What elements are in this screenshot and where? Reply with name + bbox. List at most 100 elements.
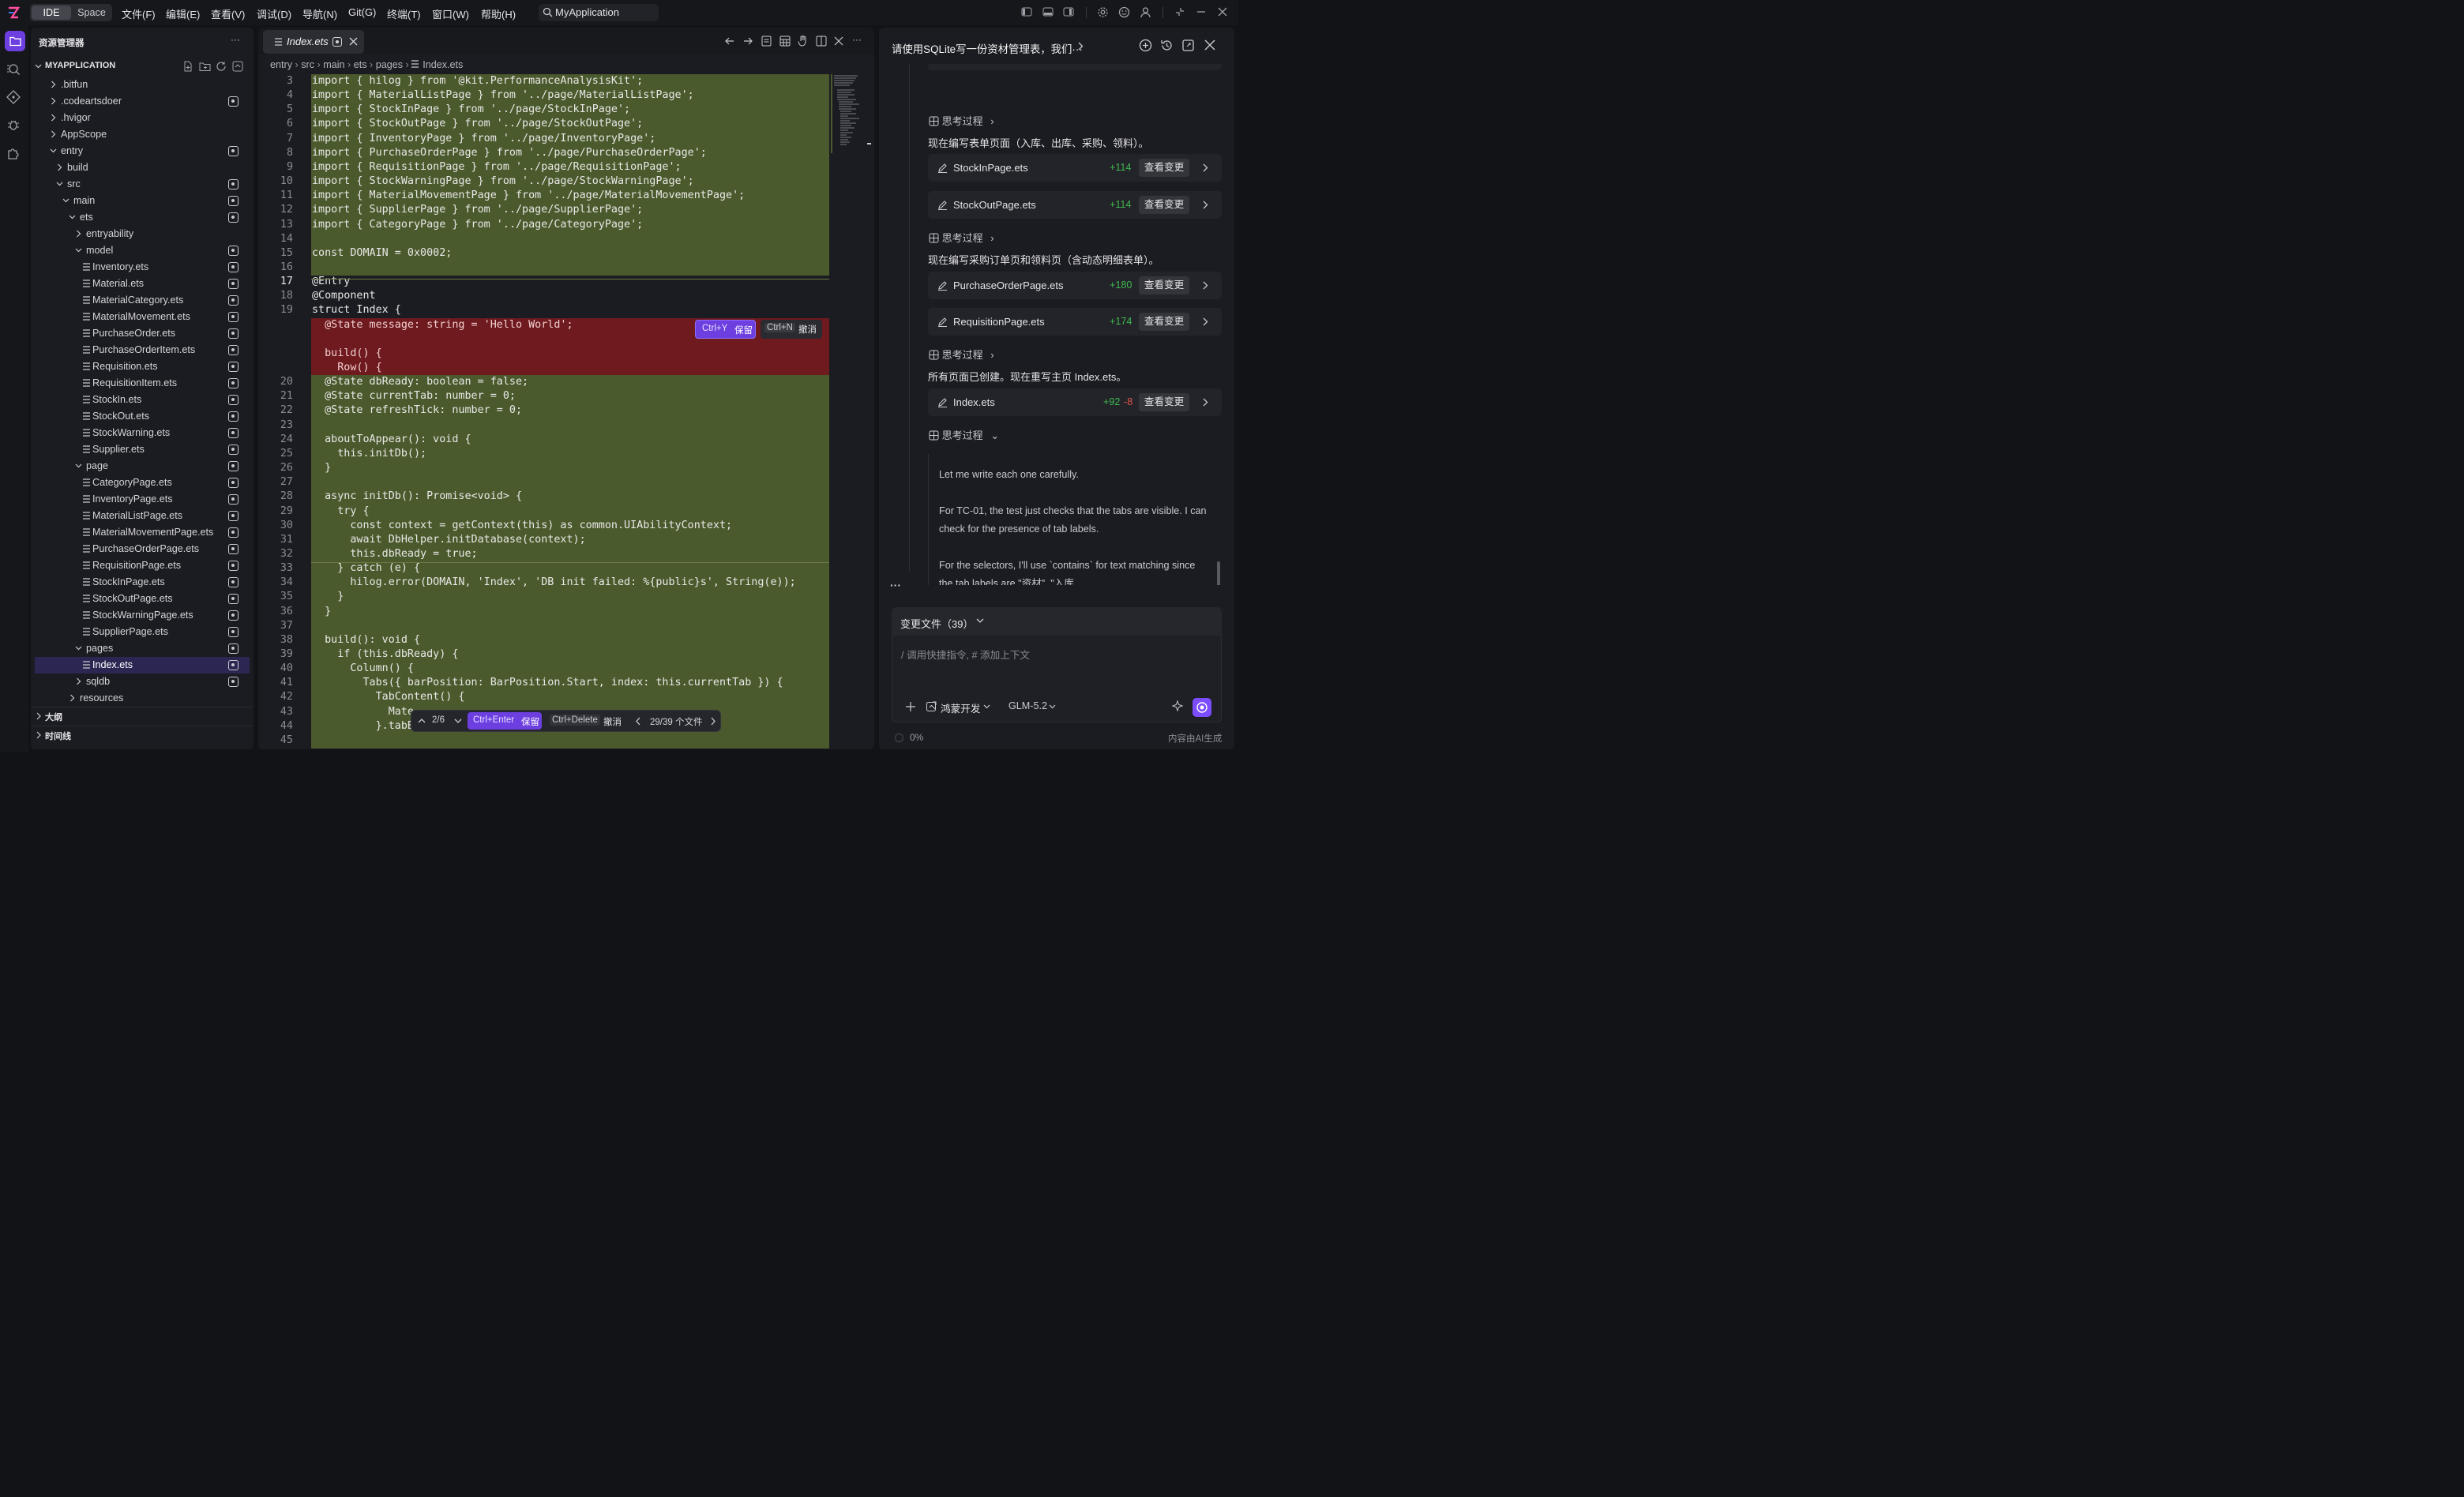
more-ellipsis[interactable]: ··· (890, 579, 901, 591)
menu-navigate[interactable]: 导航(N) (302, 6, 337, 21)
previous-change-icon[interactable] (418, 718, 426, 724)
explorer-files-icon[interactable] (5, 31, 25, 51)
tree-file[interactable]: InventoryPage.ets (31, 491, 254, 508)
toggle-primary-sidebar-icon[interactable] (1021, 6, 1034, 19)
hand-pointer-icon[interactable] (798, 36, 808, 47)
inline-undo-button[interactable]: Ctrl+N 撤消 (761, 320, 822, 339)
changed-files-bar[interactable]: 变更文件（39） (892, 607, 1222, 636)
navigate-back-icon[interactable] (725, 36, 734, 46)
minimize-window-icon[interactable] (1196, 6, 1208, 19)
chevron-right-icon[interactable] (1203, 398, 1208, 407)
view-changes-button[interactable]: 查看变更 (1139, 313, 1189, 331)
mode-space-button[interactable]: Space (73, 6, 111, 20)
close-editor-icon[interactable] (834, 36, 843, 46)
tree-file[interactable]: CategoryPage.ets (31, 475, 254, 491)
tree-folder[interactable]: .bitfun (31, 77, 254, 93)
chevron-right-icon[interactable] (1203, 201, 1208, 209)
refresh-icon[interactable] (216, 61, 227, 72)
menu-edit[interactable]: 编辑(E) (166, 6, 200, 21)
new-file-icon[interactable] (182, 61, 193, 72)
tree-folder[interactable]: ets (31, 209, 254, 226)
menu-view[interactable]: 查看(V) (211, 6, 245, 21)
previous-file-icon[interactable] (635, 717, 641, 726)
model-select[interactable]: GLM-5.2 (1009, 700, 1047, 711)
editor-more-icon[interactable]: ··· (852, 34, 862, 45)
global-search-box[interactable]: MyApplication (539, 4, 659, 21)
tree-folder[interactable]: pages (31, 640, 254, 657)
tree-file[interactable]: MaterialMovementPage.ets (31, 524, 254, 541)
toggle-auxiliary-bar-icon[interactable] (1063, 6, 1076, 19)
tree-folder[interactable]: entry (31, 143, 254, 159)
send-button[interactable] (1193, 698, 1211, 717)
menu-debug[interactable]: 调试(D) (257, 6, 291, 21)
view-changes-button[interactable]: 查看变更 (1139, 159, 1189, 177)
agent-mode-select[interactable]: 鸿蒙开发 (941, 700, 980, 715)
restore-window-icon[interactable] (1174, 6, 1187, 19)
file-change-card[interactable]: StockOutPage.ets +114 查看变更 (928, 191, 1222, 219)
tree-file[interactable]: SupplierPage.ets (31, 624, 254, 640)
thinking-toggle[interactable]: 思考过程 › (928, 347, 994, 362)
tree-file[interactable]: PurchaseOrderPage.ets (31, 541, 254, 557)
close-chat-icon[interactable] (1204, 39, 1215, 51)
source-control-icon[interactable] (6, 90, 24, 107)
inline-keep-button[interactable]: Ctrl+Y 保留 (695, 320, 756, 339)
tree-file[interactable]: StockOut.ets (31, 408, 254, 425)
tree-file[interactable]: MaterialCategory.ets (31, 292, 254, 309)
breadcrumb-item[interactable]: ets (354, 59, 367, 70)
tree-folder[interactable]: resources (31, 690, 254, 707)
file-change-card[interactable]: Index.ets +92 -8 查看变更 (928, 388, 1222, 416)
tree-file[interactable]: StockIn.ets (31, 392, 254, 408)
tree-file[interactable]: PurchaseOrder.ets (31, 325, 254, 342)
settings-gear-icon[interactable] (1097, 6, 1110, 19)
tree-file[interactable]: RequisitionPage.ets (31, 557, 254, 574)
view-changes-button[interactable]: 查看变更 (1139, 276, 1189, 295)
breadcrumb-item[interactable]: main (323, 59, 344, 70)
tree-file[interactable]: StockOutPage.ets (31, 591, 254, 607)
next-file-icon[interactable] (710, 717, 716, 726)
split-editor-icon[interactable] (816, 36, 827, 47)
new-chat-icon[interactable] (1139, 39, 1152, 52)
tree-folder[interactable]: page (31, 458, 254, 475)
tree-folder[interactable]: main (31, 193, 254, 209)
mode-ide-button[interactable]: IDE (32, 6, 71, 20)
tree-file[interactable]: Inventory.ets (31, 259, 254, 276)
tree-folder[interactable]: build (31, 159, 254, 176)
timeline-section[interactable]: 时间线 (31, 726, 254, 743)
next-change-icon[interactable] (454, 718, 462, 724)
tree-folder[interactable]: .hvigor (31, 110, 254, 126)
open-changes-icon[interactable] (761, 36, 772, 47)
thinking-toggle-expanded[interactable]: 思考过程 ⌄ (928, 427, 999, 442)
open-in-editor-icon[interactable] (1181, 39, 1195, 52)
reasoning-scrollbar[interactable] (1217, 561, 1220, 585)
view-changes-button[interactable]: 查看变更 (1139, 393, 1189, 411)
debug-bug-icon[interactable] (6, 118, 24, 135)
breadcrumb-item[interactable]: Index.ets (423, 59, 463, 70)
breadcrumb-item[interactable]: pages (376, 59, 403, 70)
table-view-icon[interactable] (779, 36, 791, 47)
account-user-icon[interactable] (1140, 6, 1152, 19)
menu-file[interactable]: 文件(F) (122, 6, 156, 21)
menu-window[interactable]: 窗口(W) (432, 6, 469, 21)
thinking-toggle[interactable]: 思考过程 › (928, 230, 994, 245)
project-header[interactable]: MYAPPLICATION (31, 58, 254, 75)
minimap[interactable] (831, 74, 862, 153)
keep-all-button[interactable]: Ctrl+Enter 保留 (468, 712, 542, 730)
tab-close-icon[interactable] (349, 37, 358, 46)
breadcrumb-item[interactable]: entry (270, 59, 292, 70)
breadcrumb-item[interactable]: src (301, 59, 314, 70)
tree-folder[interactable]: model (31, 242, 254, 259)
tree-file[interactable]: MaterialMovement.ets (31, 309, 254, 325)
chevron-right-icon[interactable] (1203, 281, 1208, 290)
tree-file[interactable]: Index.ets (35, 657, 250, 673)
tree-file[interactable]: Material.ets (31, 276, 254, 292)
tree-file[interactable]: StockInPage.ets (31, 574, 254, 591)
file-change-card[interactable]: StockInPage.ets +114 查看变更 (928, 154, 1222, 182)
tree-file[interactable]: Requisition.ets (31, 358, 254, 375)
tree-file[interactable]: StockWarningPage.ets (31, 607, 254, 624)
toggle-panel-icon[interactable] (1042, 6, 1055, 19)
chat-input[interactable]: / 调用快捷指令, # 添加上下文 (901, 647, 1030, 662)
tree-file[interactable]: RequisitionItem.ets (31, 375, 254, 392)
tree-file[interactable]: Supplier.ets (31, 441, 254, 458)
file-change-card[interactable]: RequisitionPage.ets +174 查看变更 (928, 308, 1222, 336)
collapse-all-icon[interactable] (232, 61, 243, 72)
